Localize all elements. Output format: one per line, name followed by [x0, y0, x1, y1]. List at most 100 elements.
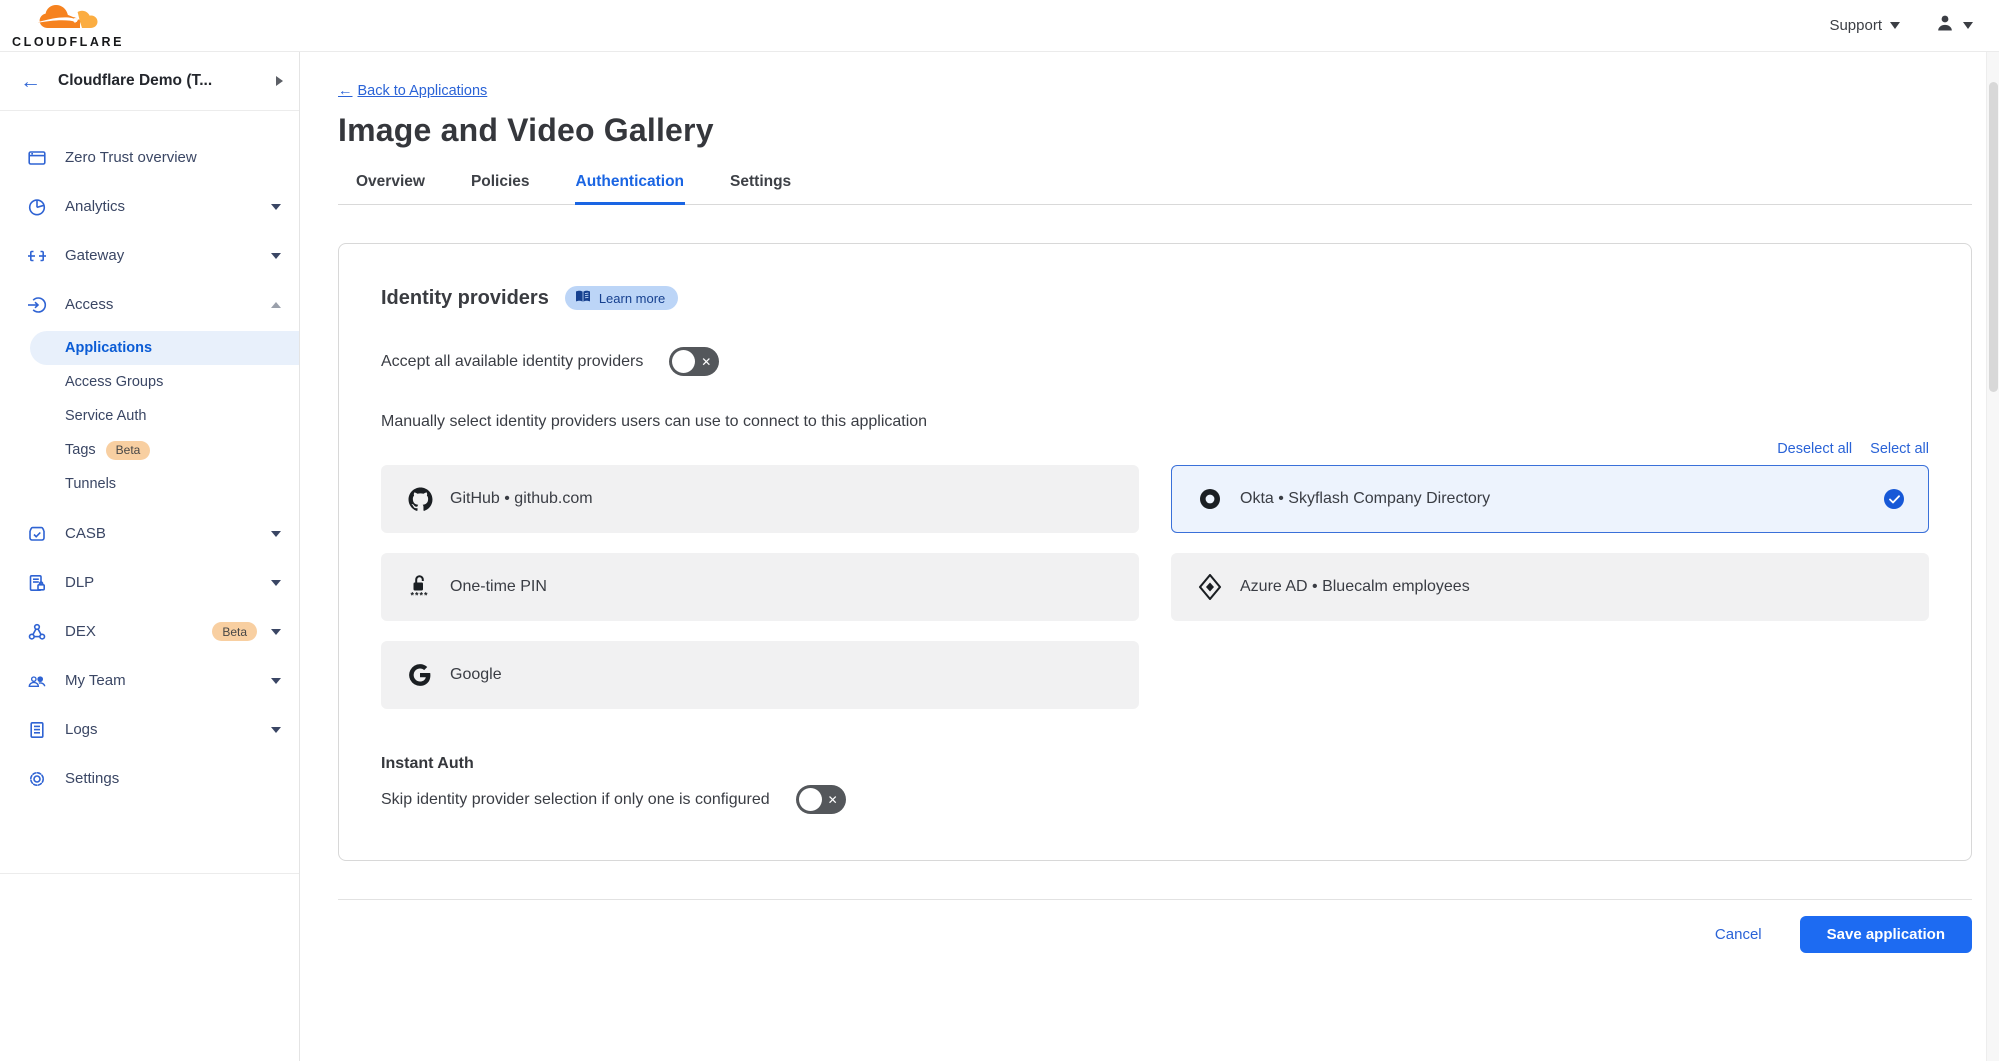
browser-window-icon	[27, 148, 47, 168]
sidebar-item-settings[interactable]: Settings	[0, 754, 299, 803]
tab-policies[interactable]: Policies	[470, 167, 531, 205]
access-login-icon	[27, 295, 47, 315]
account-name[interactable]: Cloudflare Demo (T...	[58, 72, 276, 90]
sidebar-item-access-groups[interactable]: Access Groups	[0, 365, 299, 399]
casb-box-check-icon	[27, 524, 47, 544]
page-title: Image and Video Gallery	[338, 112, 1972, 149]
cloudflare-logo[interactable]: CLOUDFLARE	[12, 2, 124, 49]
back-arrow-icon[interactable]: ←	[20, 71, 41, 92]
chevron-down-icon	[271, 678, 281, 684]
sidebar-item-analytics[interactable]: Analytics	[0, 182, 299, 231]
idp-tile-github[interactable]: GitHub • github.com	[381, 465, 1139, 533]
sidebar-item-casb[interactable]: CASB	[0, 509, 299, 558]
sidebar-item-label: Access	[65, 296, 271, 313]
identity-providers-card: Identity providers Learn more	[338, 243, 1972, 861]
toggle-off-x-icon: ✕	[701, 356, 711, 368]
network-nodes-icon	[27, 622, 47, 642]
gear-icon	[27, 769, 47, 789]
scrollbar-thumb[interactable]	[1989, 82, 1998, 392]
chevron-down-icon	[271, 531, 281, 537]
back-arrow-icon: ←	[338, 83, 353, 99]
sidebar-item-tags[interactable]: Tags Beta	[0, 433, 299, 467]
okta-icon	[1197, 486, 1223, 512]
toggle-knob	[672, 350, 695, 373]
access-subnav: Applications Access Groups Service Auth …	[0, 329, 299, 509]
sidebar-item-applications[interactable]: Applications	[30, 331, 299, 365]
log-list-icon	[27, 720, 47, 740]
sidebar-nav: Zero Trust overview Analytics	[0, 111, 299, 873]
svg-text:****: ****	[411, 590, 429, 600]
tab-authentication[interactable]: Authentication	[575, 167, 686, 205]
sidebar-item-logs[interactable]: Logs	[0, 705, 299, 754]
chevron-down-icon	[271, 727, 281, 733]
account-menu[interactable]	[1934, 12, 1973, 39]
sidebar-item-label: Tunnels	[65, 476, 116, 492]
tab-settings[interactable]: Settings	[729, 167, 792, 205]
sidebar-item-my-team[interactable]: My Team	[0, 656, 299, 705]
sidebar-item-access[interactable]: Access	[0, 280, 299, 329]
tab-overview[interactable]: Overview	[355, 167, 426, 205]
accept-all-label: Accept all available identity providers	[381, 353, 643, 371]
pie-chart-icon	[27, 197, 47, 217]
instant-auth-toggle[interactable]: ✕	[796, 785, 846, 814]
chevron-right-icon[interactable]	[276, 76, 283, 86]
chevron-down-icon	[271, 580, 281, 586]
sidebar-item-service-auth[interactable]: Service Auth	[0, 399, 299, 433]
learn-more-badge[interactable]: Learn more	[565, 286, 678, 310]
sidebar-item-label: Settings	[65, 770, 281, 787]
back-to-applications-link[interactable]: ← Back to Applications	[338, 83, 487, 99]
instant-auth-label: Skip identity provider selection if only…	[381, 791, 770, 809]
identity-provider-grid: GitHub • github.com Okta • Skyflash Comp…	[381, 465, 1929, 709]
github-icon	[407, 487, 433, 512]
chevron-down-icon	[271, 253, 281, 259]
idp-tile-label: GitHub • github.com	[450, 490, 1114, 508]
idp-tile-azure-ad[interactable]: Azure AD • Bluecalm employees	[1171, 553, 1929, 621]
sidebar-item-dlp[interactable]: DLP	[0, 558, 299, 607]
account-switcher: ← Cloudflare Demo (T...	[0, 52, 299, 111]
idp-tile-google[interactable]: Google	[381, 641, 1139, 709]
idp-tile-one-time-pin[interactable]: **** One-time PIN	[381, 553, 1139, 621]
back-link-label: Back to Applications	[358, 83, 488, 99]
footer-divider	[338, 899, 1972, 900]
sidebar-item-label: Analytics	[65, 198, 271, 215]
chevron-down-icon	[1890, 22, 1900, 29]
deselect-all-link[interactable]: Deselect all	[1777, 441, 1852, 457]
page-scrollbar[interactable]	[1986, 52, 1999, 1061]
sidebar-item-dex[interactable]: DEX Beta	[0, 607, 299, 656]
sidebar-footer-divider	[0, 873, 299, 1061]
support-menu[interactable]: Support	[1829, 17, 1900, 34]
select-all-link[interactable]: Select all	[1870, 441, 1929, 457]
people-icon	[27, 671, 47, 691]
sidebar: ← Cloudflare Demo (T... Zero Trust overv…	[0, 52, 300, 1061]
beta-badge: Beta	[212, 622, 257, 641]
sidebar-item-label: Logs	[65, 721, 271, 738]
sidebar-item-tunnels[interactable]: Tunnels	[0, 467, 299, 501]
sidebar-item-label: My Team	[65, 672, 271, 689]
sidebar-item-label: DEX	[65, 623, 202, 640]
chevron-down-icon	[271, 204, 281, 210]
chevron-down-icon	[1963, 22, 1973, 29]
idp-tile-okta[interactable]: Okta • Skyflash Company Directory	[1171, 465, 1929, 533]
chevron-down-icon	[271, 629, 281, 635]
main-content: ← Back to Applications Image and Video G…	[300, 52, 1999, 1061]
save-application-button[interactable]: Save application	[1800, 916, 1972, 953]
toggle-knob	[799, 788, 822, 811]
sidebar-item-zero-trust-overview[interactable]: Zero Trust overview	[0, 133, 299, 182]
topbar: CLOUDFLARE Support	[0, 0, 1999, 52]
beta-badge: Beta	[106, 441, 151, 460]
document-lock-icon	[27, 573, 47, 593]
footer-actions: Cancel Save application	[338, 916, 1972, 953]
gateway-icon	[27, 246, 47, 266]
one-time-pin-icon: ****	[407, 574, 433, 601]
sidebar-item-gateway[interactable]: Gateway	[0, 231, 299, 280]
cancel-button[interactable]: Cancel	[1715, 926, 1762, 943]
sidebar-item-label: DLP	[65, 574, 271, 591]
idp-tile-label: Google	[450, 666, 1114, 684]
accept-all-toggle[interactable]: ✕	[669, 347, 719, 376]
toggle-off-x-icon: ✕	[828, 794, 838, 806]
support-label: Support	[1829, 17, 1882, 34]
manual-select-text: Manually select identity providers users…	[381, 413, 1929, 431]
selected-check-icon	[1884, 489, 1904, 509]
tab-bar: Overview Policies Authentication Setting…	[338, 167, 1972, 205]
sidebar-item-label: CASB	[65, 525, 271, 542]
